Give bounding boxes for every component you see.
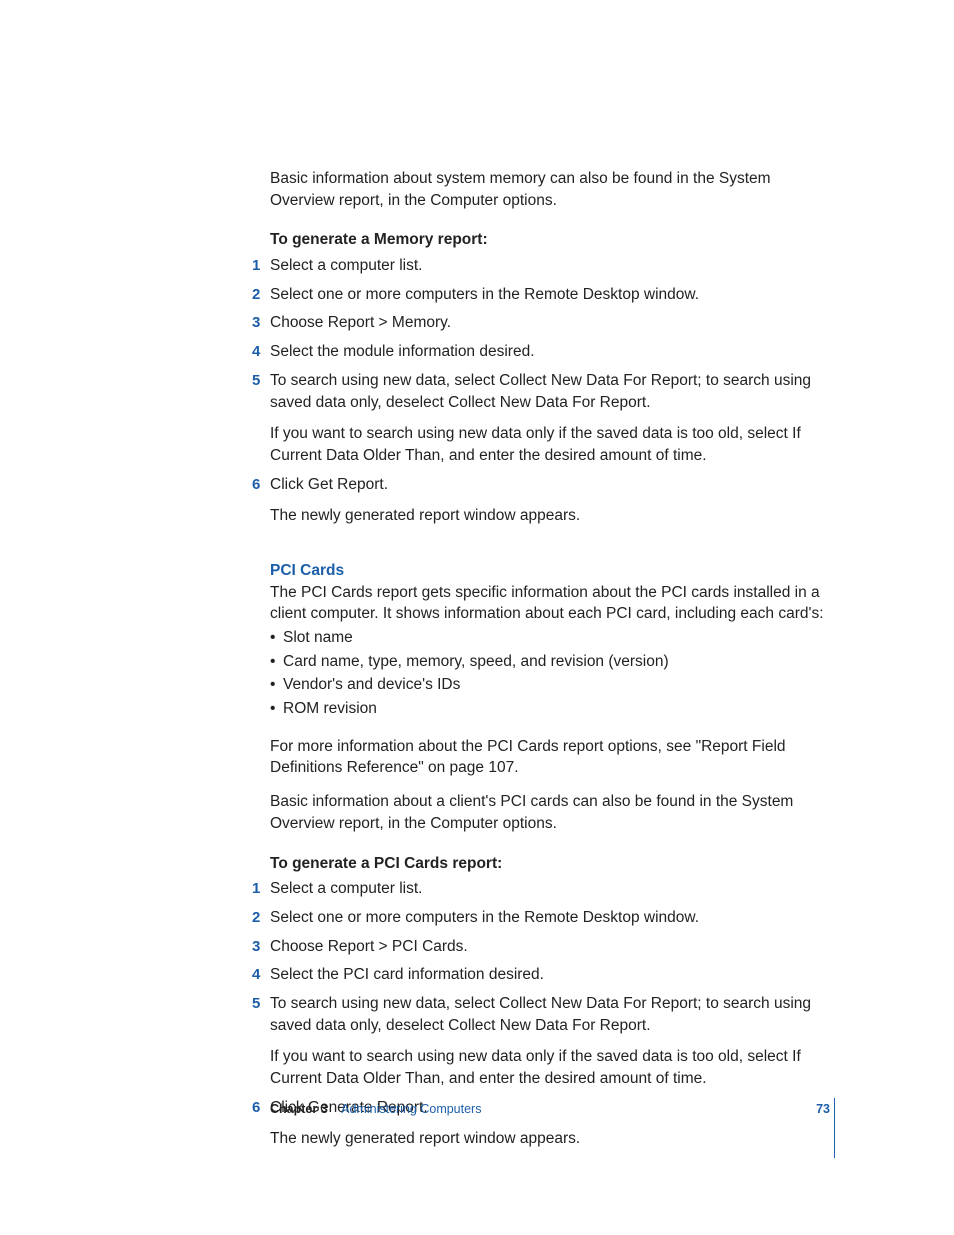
step-text: Click Get Report.: [270, 476, 388, 493]
step-text: Select one or more computers in the Remo…: [270, 286, 699, 303]
step-text: Select the module information desired.: [270, 343, 535, 360]
step-text: To search using new data, select Collect…: [270, 372, 811, 411]
list-item: Select a computer list.: [270, 878, 830, 907]
list-item: Choose Report > Memory.: [270, 312, 830, 341]
list-item: Select the module information desired.: [270, 341, 830, 370]
page-body: Basic information about system memory ca…: [270, 168, 830, 1169]
step-text: Select one or more computers in the Remo…: [270, 909, 699, 926]
pci-bullets: Slot name Card name, type, memory, speed…: [270, 627, 830, 722]
list-item: Card name, type, memory, speed, and revi…: [283, 651, 830, 675]
pci-intro-paragraph: The PCI Cards report gets specific infor…: [270, 582, 830, 625]
step-text: To search using new data, select Collect…: [270, 995, 811, 1034]
step-subtext: If you want to search using new data onl…: [270, 1046, 830, 1089]
pci-cards-heading: PCI Cards: [270, 560, 830, 582]
step-subtext: The newly generated report window appear…: [270, 1128, 830, 1150]
step-subtext: If you want to search using new data onl…: [270, 423, 830, 466]
list-item: ROM revision: [283, 698, 830, 722]
list-item: To search using new data, select Collect…: [270, 993, 830, 1097]
pci-basic-info-paragraph: Basic information about a client's PCI c…: [270, 791, 830, 834]
step-text: Choose Report > Memory.: [270, 314, 451, 331]
list-item: Select one or more computers in the Remo…: [270, 907, 830, 936]
list-item: Select the PCI card information desired.: [270, 964, 830, 993]
step-subtext: The newly generated report window appear…: [270, 505, 830, 527]
footer-page-number: 73: [816, 1102, 830, 1116]
list-item: Select one or more computers in the Remo…: [270, 284, 830, 313]
memory-report-heading: To generate a Memory report:: [270, 229, 830, 251]
footer-left: Chapter 3 Administering Computers: [270, 1102, 481, 1116]
memory-intro-paragraph: Basic information about system memory ca…: [270, 168, 830, 211]
list-item: Click Get Report. The newly generated re…: [270, 474, 830, 534]
list-item: Vendor's and device's IDs: [283, 674, 830, 698]
memory-steps-list: Select a computer list. Select one or mo…: [270, 255, 830, 534]
footer-rule: [834, 1098, 835, 1158]
pci-report-heading: To generate a PCI Cards report:: [270, 853, 830, 875]
step-text: Select a computer list.: [270, 257, 422, 274]
step-text: Select the PCI card information desired.: [270, 966, 544, 983]
list-item: Choose Report > PCI Cards.: [270, 936, 830, 965]
page-footer: Chapter 3 Administering Computers 73: [270, 1102, 830, 1116]
footer-section-title: Administering Computers: [341, 1102, 481, 1116]
list-item: To search using new data, select Collect…: [270, 370, 830, 474]
pci-more-info-paragraph: For more information about the PCI Cards…: [270, 736, 830, 779]
list-item: Select a computer list.: [270, 255, 830, 284]
step-text: Choose Report > PCI Cards.: [270, 938, 468, 955]
step-text: Select a computer list.: [270, 880, 422, 897]
footer-chapter: Chapter 3: [270, 1102, 328, 1116]
list-item: Slot name: [283, 627, 830, 651]
